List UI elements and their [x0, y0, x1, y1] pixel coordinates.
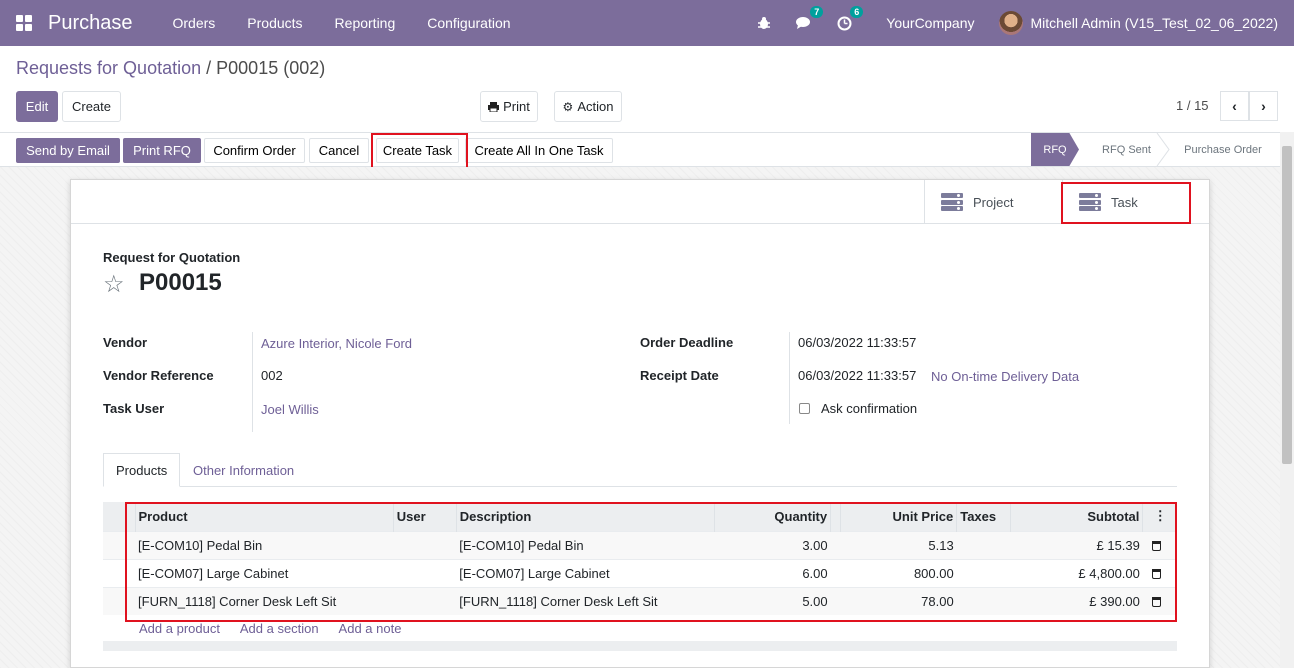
cancel-button[interactable]: Cancel: [309, 138, 369, 163]
chat-count-badge: 7: [810, 6, 824, 18]
bug-icon[interactable]: [754, 13, 774, 33]
vendor-label: Vendor: [103, 335, 148, 350]
field-divider: [252, 332, 253, 432]
breadcrumb: Requests for Quotation / P00015 (002): [16, 58, 325, 79]
stage-purchase-order[interactable]: Purchase Order: [1172, 133, 1274, 166]
status-bar: Send by Email Print RFQ Confirm Order Ca…: [0, 132, 1280, 167]
table-footer: [103, 641, 1177, 651]
edit-button[interactable]: Edit: [16, 91, 58, 122]
pager-previous-button[interactable]: ‹: [1220, 91, 1249, 121]
systray: 7 6 YourCompany Mitchell Admin (V15_Test…: [744, 0, 1294, 46]
stage-rfq[interactable]: RFQ: [1031, 133, 1079, 166]
stage-separator-icon: [1156, 133, 1170, 166]
user-avatar[interactable]: [998, 11, 1023, 35]
pager-next-button[interactable]: ›: [1249, 91, 1278, 121]
menu-orders[interactable]: Orders: [157, 15, 232, 31]
add-product-link[interactable]: Add a product: [139, 621, 220, 636]
main-menu: Orders Products Reporting Configuration: [157, 15, 527, 31]
activity-count-badge: 6: [850, 6, 864, 18]
print-rfq-button[interactable]: Print RFQ: [123, 138, 201, 163]
create-button[interactable]: Create: [62, 91, 121, 122]
tab-other-information[interactable]: Other Information: [181, 453, 306, 487]
receipt-date-field[interactable]: 06/03/2022 11:33:57: [798, 368, 916, 383]
menu-reporting[interactable]: Reporting: [319, 15, 412, 31]
menu-products[interactable]: Products: [231, 15, 318, 31]
project-smart-button[interactable]: Project: [924, 180, 1062, 224]
tab-products[interactable]: Products: [103, 453, 181, 487]
vendor-field[interactable]: Azure Interior, Nicole Ford: [261, 336, 412, 351]
task-user-label: Task User: [103, 401, 165, 416]
task-user-field[interactable]: Joel Willis: [261, 402, 319, 417]
server-icon: [941, 193, 963, 211]
document-title: P00015: [139, 269, 222, 296]
field-divider: [789, 332, 790, 424]
action-dropdown[interactable]: ⚙ Action: [554, 91, 622, 122]
order-deadline-label: Order Deadline: [640, 335, 734, 350]
company-switcher[interactable]: YourCompany: [886, 15, 974, 31]
add-section-link[interactable]: Add a section: [240, 621, 319, 636]
add-note-link[interactable]: Add a note: [339, 621, 402, 636]
create-task-highlight: [371, 133, 468, 170]
ask-confirmation-checkbox[interactable]: [799, 403, 810, 414]
add-line-links: Add a product Add a section Add a note: [139, 621, 418, 636]
smart-button-box: Project Task: [71, 180, 1209, 224]
document-subtitle: Request for Quotation: [103, 250, 241, 265]
pager-value[interactable]: 1 / 15: [1176, 98, 1209, 113]
scrollbar-thumb[interactable]: [1282, 146, 1292, 464]
task-highlight: [1061, 182, 1191, 224]
vendor-reference-label: Vendor Reference: [103, 368, 214, 383]
activity-clock-icon[interactable]: 6: [834, 6, 864, 33]
top-navbar: Purchase Orders Products Reporting Confi…: [0, 0, 1294, 46]
star-icon[interactable]: ☆: [103, 270, 125, 299]
gear-icon: ⚙: [562, 99, 574, 114]
breadcrumb-separator: /: [206, 58, 212, 78]
on-time-delivery-link[interactable]: No On-time Delivery Data: [931, 369, 1079, 384]
order-deadline-field[interactable]: 06/03/2022 11:33:57: [798, 335, 916, 350]
create-all-in-one-task-button[interactable]: Create All In One Task: [465, 138, 613, 163]
user-menu[interactable]: Mitchell Admin (V15_Test_02_06_2022): [1031, 15, 1279, 31]
print-icon: [488, 101, 500, 112]
notebook-tabs: Products Other Information: [103, 453, 1177, 487]
app-name[interactable]: Purchase: [48, 12, 133, 35]
project-label: Project: [973, 194, 1014, 210]
print-label: Print: [503, 99, 530, 114]
print-dropdown[interactable]: Print: [480, 91, 538, 122]
confirm-order-button[interactable]: Confirm Order: [204, 138, 305, 163]
menu-configuration[interactable]: Configuration: [411, 15, 526, 31]
breadcrumb-parent[interactable]: Requests for Quotation: [16, 58, 201, 78]
order-lines-highlight: [125, 502, 1177, 622]
ask-confirmation-label: Ask confirmation: [821, 401, 918, 416]
receipt-date-label: Receipt Date: [640, 368, 719, 383]
page-scrollbar[interactable]: [1280, 132, 1294, 668]
send-by-email-button[interactable]: Send by Email: [16, 138, 120, 163]
breadcrumb-current: P00015 (002): [216, 58, 326, 78]
form-sheet: Project Task Request for Quotation ☆ P00…: [70, 179, 1210, 668]
chat-icon[interactable]: 7: [794, 6, 824, 33]
action-label: Action: [577, 99, 614, 114]
vendor-reference-field[interactable]: 002: [261, 368, 283, 383]
apps-menu-icon[interactable]: [16, 15, 32, 31]
